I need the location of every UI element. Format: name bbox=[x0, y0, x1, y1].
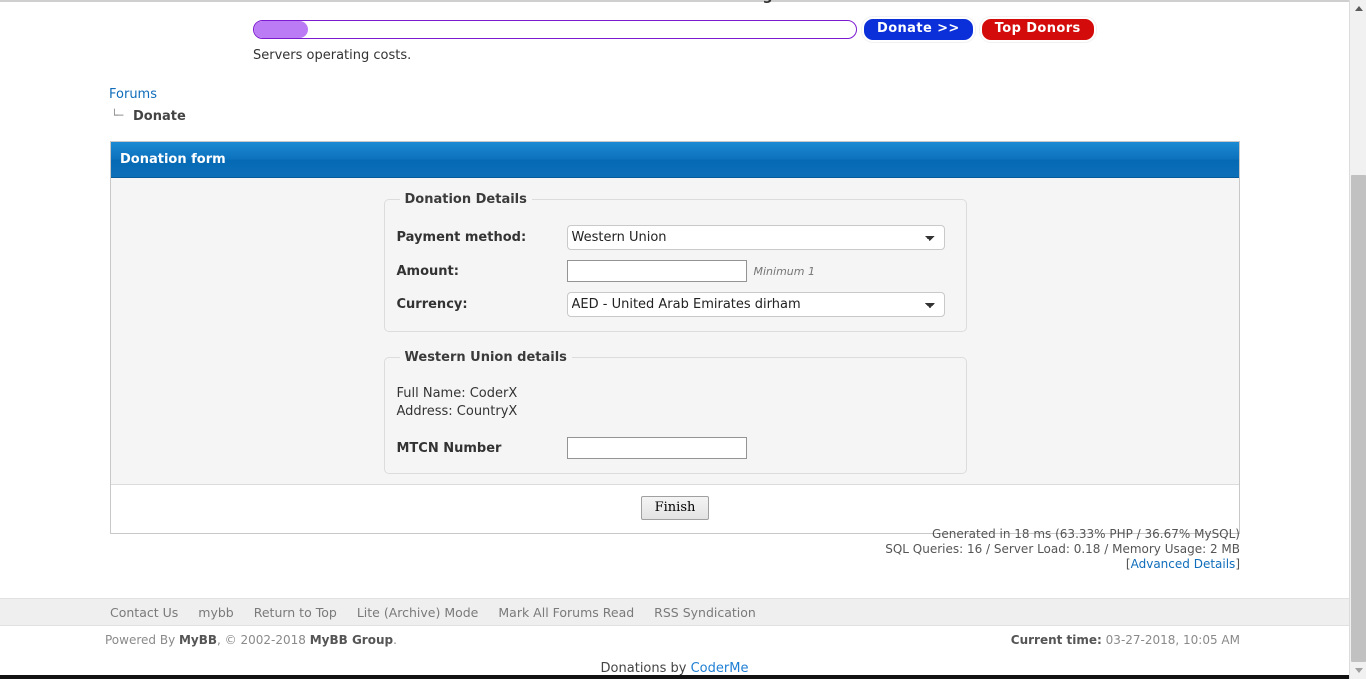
goal-percent: 9% bbox=[682, 0, 706, 4]
footer-nav-links: Contact Us mybb Return to Top Lite (Archive… bbox=[0, 599, 1349, 626]
stats-advanced-row: [Advanced Details] bbox=[885, 557, 1240, 572]
mtcn-input[interactable] bbox=[566, 437, 747, 459]
donation-progress-bar bbox=[253, 20, 857, 39]
advanced-bracket-close: ] bbox=[1235, 557, 1240, 571]
goal-text-prefix: We have recieved bbox=[537, 0, 682, 4]
footer-link-lite-archive-mode[interactable]: Lite (Archive) Mode bbox=[357, 605, 479, 620]
scrollbar-thumb[interactable] bbox=[1351, 175, 1366, 662]
stats-line-1: Generated in 18 ms (63.33% PHP / 36.67% … bbox=[932, 527, 1240, 541]
mtcn-label: MTCN Number bbox=[396, 440, 502, 456]
scroll-down-button[interactable] bbox=[1350, 662, 1366, 679]
donation-progress-row: Donate >> Top Donors bbox=[253, 17, 1096, 42]
advanced-details-link[interactable]: Advanced Details bbox=[1131, 557, 1236, 571]
western-union-fieldset: Western Union details Full Name: CoderX … bbox=[383, 350, 967, 474]
donate-button[interactable]: Donate >> bbox=[862, 17, 975, 42]
currency-label: Currency: bbox=[396, 297, 468, 312]
browser-viewport: We have recieved 9% of our goal .. Donat… bbox=[0, 0, 1366, 679]
powered-by-group: MyBB Group bbox=[309, 633, 394, 647]
donation-form-header: Donation form bbox=[111, 142, 1239, 178]
footer-link-contact-us[interactable]: Contact Us bbox=[110, 605, 178, 620]
currency-row: Currency: AED - United Arab Emirates dir… bbox=[397, 292, 954, 317]
footer-link-return-to-top[interactable]: Return to Top bbox=[254, 605, 337, 620]
donation-note: Servers operating costs. bbox=[253, 48, 412, 63]
footer-link-mark-all-forums-read[interactable]: Mark All Forums Read bbox=[498, 605, 634, 620]
amount-label: Amount: bbox=[396, 263, 459, 279]
donation-form-footer: Finish bbox=[111, 485, 1239, 533]
breadcrumb: Forums └─ Donate bbox=[109, 86, 186, 125]
wu-full-name: Full Name: CoderX bbox=[396, 386, 518, 401]
donation-progress-fill bbox=[254, 21, 309, 38]
powered-by-mybb: MyBB bbox=[178, 633, 218, 647]
donation-details-fieldset: Donation Details Payment method: Western… bbox=[383, 192, 967, 332]
footer-link-mybb[interactable]: mybb bbox=[198, 605, 233, 620]
payment-method-select[interactable]: Western Union bbox=[566, 225, 945, 250]
caret-down-icon bbox=[1354, 668, 1363, 673]
donation-form-body: Donation Details Payment method: Western… bbox=[111, 178, 1239, 485]
powered-by-prefix: Powered By bbox=[105, 633, 179, 647]
mtcn-row: MTCN Number bbox=[397, 437, 954, 459]
finish-button[interactable]: Finish bbox=[640, 496, 710, 520]
breadcrumb-link-forums[interactable]: Forums bbox=[109, 87, 157, 102]
credit-prefix: Donations by bbox=[600, 661, 691, 676]
scroll-up-button[interactable] bbox=[1350, 0, 1366, 17]
stats-line-2: SQL Queries: 16 / Server Load: 0.18 / Me… bbox=[885, 542, 1240, 556]
footer-link-rss-syndication[interactable]: RSS Syndication bbox=[654, 605, 756, 620]
powered-by-period: . bbox=[393, 633, 397, 647]
amount-hint: Minimum 1 bbox=[753, 264, 815, 278]
bottom-bar bbox=[0, 675, 1349, 679]
breadcrumb-tree-icon: └─ bbox=[111, 109, 123, 122]
vertical-scrollbar[interactable] bbox=[1349, 0, 1366, 679]
generation-stats: Generated in 18 ms (63.33% PHP / 36.67% … bbox=[885, 527, 1240, 572]
goal-text-suffix: of our goal .. bbox=[706, 0, 812, 4]
breadcrumb-current-wrap: └─ Donate bbox=[109, 107, 186, 125]
payment-method-row: Payment method: Western Union bbox=[397, 225, 954, 250]
top-donors-button[interactable]: Top Donors bbox=[979, 17, 1096, 42]
powered-by-text: Powered By MyBB, © 2002-2018 MyBB Group. bbox=[105, 633, 397, 647]
breadcrumb-current: Donate bbox=[133, 109, 186, 124]
western-union-legend: Western Union details bbox=[404, 350, 567, 365]
amount-row: Amount: Minimum 1 bbox=[397, 260, 954, 282]
credit-link-coderme[interactable]: CoderMe bbox=[691, 661, 749, 676]
current-time-label: Current time: bbox=[1010, 633, 1102, 647]
donations-credit: Donations by CoderMe bbox=[0, 661, 1349, 676]
currency-select[interactable]: AED - United Arab Emirates dirham bbox=[566, 292, 945, 317]
current-time: Current time: 03-27-2018, 10:05 AM bbox=[1011, 633, 1240, 647]
donation-form-container: Donation form Donation Details Payment m… bbox=[110, 141, 1240, 534]
footer-nav-band: Contact Us mybb Return to Top Lite (Archive… bbox=[0, 598, 1349, 626]
wu-address: Address: CountryX bbox=[396, 404, 518, 419]
caret-up-icon bbox=[1354, 6, 1363, 11]
payment-method-label: Payment method: bbox=[396, 230, 527, 245]
donation-goal-banner: We have recieved 9% of our goal .. bbox=[0, 0, 1349, 5]
powered-by-copyright: , © 2002-2018 bbox=[217, 633, 310, 647]
page-content: We have recieved 9% of our goal .. Donat… bbox=[0, 0, 1349, 679]
powered-by-row: Powered By MyBB, © 2002-2018 MyBB Group.… bbox=[0, 633, 1349, 651]
donation-details-legend: Donation Details bbox=[404, 192, 527, 207]
western-union-static-info: Full Name: CoderX Address: CountryX bbox=[397, 385, 954, 421]
goal-text: We have recieved 9% of our goal .. bbox=[0, 0, 1349, 5]
current-time-value: 03-27-2018, 10:05 AM bbox=[1105, 633, 1240, 647]
amount-input[interactable] bbox=[566, 260, 747, 282]
